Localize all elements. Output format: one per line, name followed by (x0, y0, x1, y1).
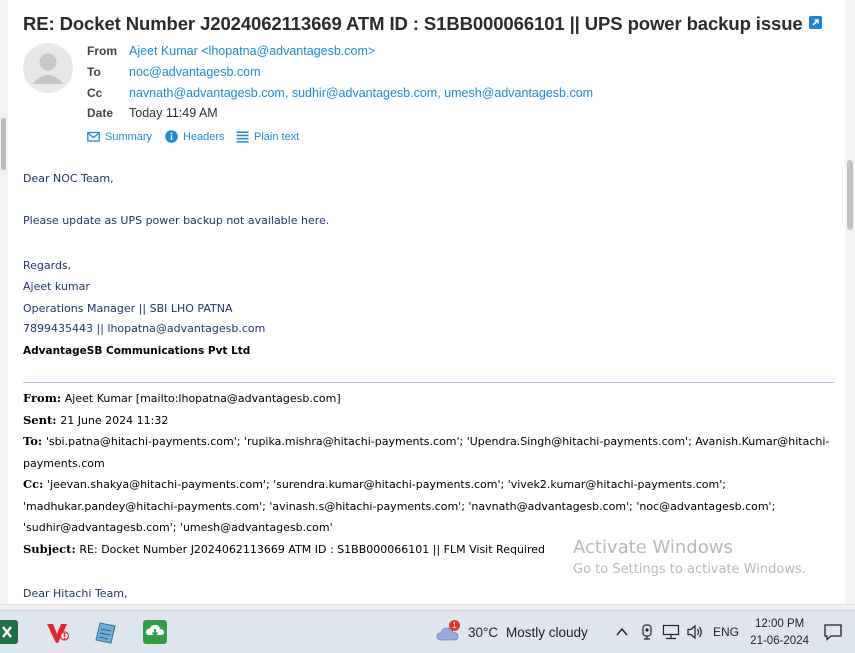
quoted-subject-label: Subject: (23, 542, 76, 556)
quote-divider (23, 382, 834, 383)
quoted-from-value: Ajeet Kumar [mailto:lhopatna@advantagesb… (64, 392, 341, 405)
to-value[interactable]: noc@advantagesb.com (129, 65, 261, 79)
taskbar: 1 30°C Mostly cloudy ENG 12:00 PM 21-06-… (0, 610, 855, 653)
cc-label: Cc (87, 86, 103, 100)
quoted-cc-label: Cc: (23, 477, 44, 491)
left-scrollbar-thumb[interactable] (1, 118, 6, 170)
date-value: Today 11:49 AM (129, 106, 218, 120)
message-view: RE: Docket Number J2024062113669 ATM ID … (0, 0, 855, 610)
plain-text-button[interactable]: Plain text (236, 130, 299, 143)
weather-temperature: 30°C (468, 625, 499, 640)
weather-alert-badge: 1 (449, 620, 460, 631)
clock[interactable]: 12:00 PM 21-06-2024 (750, 616, 809, 650)
volume-icon[interactable] (686, 624, 704, 645)
download-manager-icon[interactable] (143, 620, 167, 644)
excel-icon[interactable] (0, 620, 18, 644)
date-label: Date (87, 106, 114, 120)
quoted-cc-continued: 'madhukar.pandey@hitachi-payments.com'; … (23, 499, 775, 513)
signature-regards: Regards, (23, 259, 72, 272)
quoted-to: To: 'sbi.patna@hitachi-payments.com'; 'r… (23, 434, 829, 448)
quoted-from-label: From: (23, 391, 62, 405)
clock-date: 21-06-2024 (750, 635, 809, 647)
cc-recipient[interactable]: sudhir@advantagesb.com (292, 86, 437, 100)
webcam-icon[interactable] (640, 624, 654, 645)
show-hidden-icons-chevron-icon[interactable] (615, 625, 629, 643)
summary-button[interactable]: Summary (87, 130, 152, 143)
info-icon (165, 130, 178, 143)
quoted-from: From: Ajeet Kumar [mailto:lhopatna@advan… (23, 391, 341, 405)
headers-button[interactable]: Headers (165, 130, 225, 143)
quoted-sent: Sent: 21 June 2024 11:32 (23, 413, 168, 427)
quoted-cc-continued: 'sudhir@advantagesb.com'; 'umesh@advanta… (23, 520, 333, 534)
activate-windows-title: Activate Windows (573, 537, 733, 558)
quoted-to-label: To: (23, 434, 43, 448)
quoted-cc-value: 'sudhir@advantagesb.com'; 'umesh@advanta… (23, 521, 333, 534)
cc-recipient[interactable]: umesh@advantagesb.com (444, 86, 593, 100)
subject-text: RE: Docket Number J2024062113669 ATM ID … (23, 13, 803, 34)
right-scrollbar-thumb[interactable] (847, 160, 853, 230)
quoted-sent-value: 21 June 2024 11:32 (60, 414, 169, 427)
signature-name: Ajeet kumar (23, 280, 90, 293)
clock-time: 12:00 PM (754, 618, 805, 630)
text-lines-icon (236, 131, 249, 143)
quoted-subject: Subject: RE: Docket Number J202406211366… (23, 542, 545, 556)
quoted-to-value: 'sbi.patna@hitachi-payments.com'; 'rupik… (45, 435, 830, 448)
from-label: From (87, 44, 117, 58)
message-subject: RE: Docket Number J2024062113669 ATM ID … (23, 13, 822, 35)
sender-avatar (23, 43, 73, 93)
notepad-icon[interactable] (93, 620, 117, 644)
open-in-new-window-icon[interactable] (808, 16, 822, 29)
summary-label: Summary (105, 130, 153, 143)
to-label: To (87, 65, 101, 79)
body-line: Please update as UPS power backup not av… (23, 214, 330, 227)
quoted-cc-value: 'jeevan.shakya@hitachi-payments.com'; 's… (47, 478, 726, 491)
right-scrollbar[interactable] (845, 0, 855, 610)
body-greeting: Dear NOC Team, (23, 172, 114, 185)
cc-value: navnath@advantagesb.com, sudhir@advantag… (129, 86, 594, 100)
quoted-greeting-text: Dear Hitachi Team, (23, 587, 128, 600)
quoted-cc: Cc: 'jeevan.shakya@hitachi-payments.com'… (23, 477, 726, 491)
weather-condition: Mostly cloudy (506, 625, 588, 640)
weather-widget[interactable]: 1 30°C Mostly cloudy (436, 620, 606, 646)
quoted-greeting: Dear Hitachi Team, (23, 586, 128, 600)
headers-label: Headers (183, 130, 225, 143)
vivaldi-icon[interactable] (44, 620, 70, 644)
signature-contact: 7899435443 || lhopatna@advantagesb.com (23, 322, 266, 335)
notifications-icon[interactable] (823, 623, 843, 646)
language-indicator[interactable]: ENG (713, 625, 739, 639)
quoted-subject-value: RE: Docket Number J2024062113669 ATM ID … (79, 543, 546, 556)
signature-company: AdvantageSB Communications Pvt Ltd (23, 345, 251, 357)
quoted-cc-value: 'madhukar.pandey@hitachi-payments.com'; … (23, 500, 776, 513)
from-value[interactable]: Ajeet Kumar <lhopatna@advantagesb.com> (129, 44, 375, 58)
quoted-to-continued: payments.com (23, 456, 105, 470)
plain-text-label: Plain text (254, 130, 300, 143)
cc-recipient[interactable]: navnath@advantagesb.com (129, 86, 285, 100)
quoted-sent-label: Sent: (23, 413, 57, 427)
quoted-to-value: payments.com (23, 457, 105, 470)
network-icon[interactable] (662, 624, 680, 645)
left-scrollbar[interactable] (0, 0, 8, 610)
signature-title: Operations Manager || SBI LHO PATNA (23, 302, 233, 315)
envelope-icon (87, 131, 100, 142)
activate-windows-subtitle: Go to Settings to activate Windows. (573, 562, 806, 577)
